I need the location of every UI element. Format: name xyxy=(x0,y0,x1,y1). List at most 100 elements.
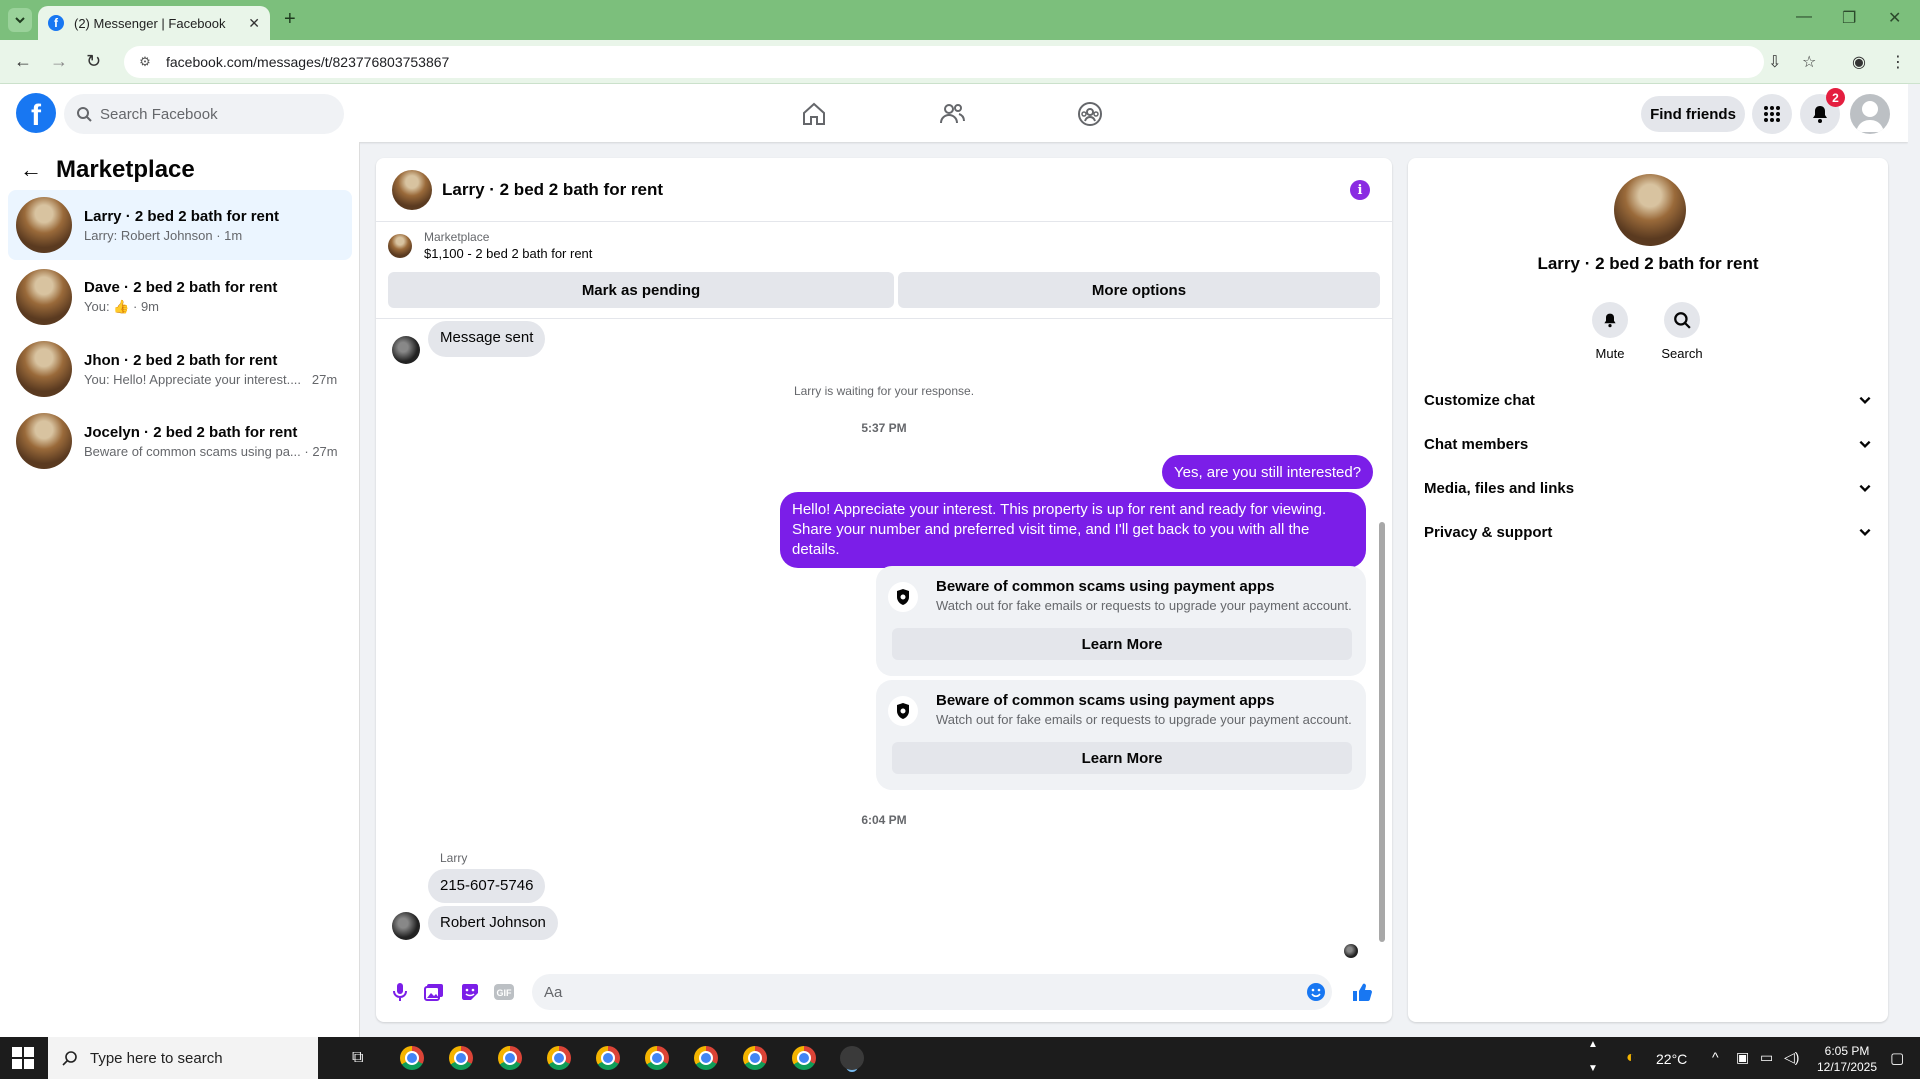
home-icon[interactable] xyxy=(798,98,830,130)
site-info-icon[interactable]: ⚙ xyxy=(136,53,154,71)
tab-list-button[interactable] xyxy=(8,8,32,32)
account-avatar[interactable] xyxy=(1850,94,1890,134)
conversation-preview: Larry: Robert Johnson · 1m xyxy=(84,227,243,243)
chrome-icon[interactable] xyxy=(743,1046,767,1070)
clock-date[interactable]: 12/17/2025 xyxy=(1806,1060,1888,1074)
active-app-icon[interactable] xyxy=(840,1046,864,1070)
profile-icon[interactable]: ◉ xyxy=(1852,52,1866,72)
chrome-icon[interactable] xyxy=(694,1046,718,1070)
conversation-name: Dave · 2 bed 2 bath for rent xyxy=(84,279,278,296)
microphone-icon[interactable] xyxy=(388,980,412,1004)
customize-chat-section[interactable]: Customize chat xyxy=(1424,378,1872,422)
info-panel-title: Larry · 2 bed 2 bath for rent xyxy=(1537,254,1759,273)
chrome-icon[interactable] xyxy=(792,1046,816,1070)
privacy-support-section[interactable]: Privacy & support xyxy=(1424,510,1872,554)
chevron-up-icon[interactable]: ^ xyxy=(1712,1049,1719,1065)
photo-icon[interactable] xyxy=(422,980,446,1004)
tray-scroll-up-icon[interactable]: ▲ xyxy=(1588,1039,1598,1050)
facebook-favicon-icon: f xyxy=(48,15,64,31)
tray-scroll-down-icon[interactable]: ▼ xyxy=(1588,1063,1598,1074)
weather-temp[interactable]: 22°C xyxy=(1656,1051,1687,1067)
page-scrollbar[interactable] xyxy=(1908,84,1920,1037)
network-icon[interactable]: ▭ xyxy=(1760,1049,1773,1066)
chat-scrollbar[interactable] xyxy=(1378,322,1386,958)
chat-members-section[interactable]: Chat members xyxy=(1424,422,1872,466)
notification-center-icon[interactable]: ▢ xyxy=(1890,1049,1904,1067)
new-tab-icon[interactable]: + xyxy=(284,8,296,31)
taskbar-search-box[interactable]: Type here to search xyxy=(48,1037,318,1079)
find-friends-button[interactable]: Find friends xyxy=(1641,96,1745,132)
browser-tab[interactable]: f (2) Messenger | Facebook ✕ xyxy=(38,6,270,40)
media-files-links-section[interactable]: Media, files and links xyxy=(1424,466,1872,510)
url-bar[interactable]: ⚙ facebook.com/messages/t/82377680375386… xyxy=(124,46,1764,78)
facebook-search-box[interactable]: Search Facebook xyxy=(64,94,344,134)
facebook-logo-icon[interactable]: f xyxy=(16,93,56,133)
sender-avatar[interactable] xyxy=(392,336,420,364)
groups-icon[interactable] xyxy=(1074,98,1106,130)
mute-button[interactable]: Mute xyxy=(1580,302,1640,361)
listing-avatar xyxy=(16,413,72,469)
volume-icon[interactable]: ◁) xyxy=(1784,1049,1799,1066)
meet-now-icon[interactable]: ▣ xyxy=(1736,1049,1749,1066)
minimize-icon[interactable]: — xyxy=(1796,8,1812,26)
close-window-icon[interactable]: ✕ xyxy=(1888,8,1901,28)
back-arrow-icon[interactable]: ← xyxy=(20,157,42,183)
conversation-item-jhon[interactable]: Jhon · 2 bed 2 bath for rent You: Hello!… xyxy=(8,334,352,404)
thumbs-up-send-icon[interactable] xyxy=(1350,980,1374,1004)
bookmark-star-icon[interactable]: ☆ xyxy=(1802,52,1816,72)
sticker-icon[interactable] xyxy=(458,980,482,1004)
listing-thumbnail xyxy=(388,233,412,258)
info-icon[interactable]: i xyxy=(1350,180,1370,200)
sender-avatar[interactable] xyxy=(392,912,420,940)
marketplace-listing-bar[interactable]: Marketplace $1,100 - 2 bed 2 bath for re… xyxy=(388,230,592,261)
notification-badge: 2 xyxy=(1826,88,1845,107)
chat-title[interactable]: Larry · 2 bed 2 bath for rent xyxy=(442,180,663,200)
task-view-icon[interactable]: ⧉ xyxy=(352,1049,363,1067)
mute-label: Mute xyxy=(1595,346,1625,361)
chrome-icon[interactable] xyxy=(449,1046,473,1070)
scrollbar-thumb[interactable] xyxy=(1379,522,1385,942)
restore-icon[interactable]: ❐ xyxy=(1842,8,1856,28)
sent-message-bubble[interactable]: Hello! Appreciate your interest. This pr… xyxy=(780,492,1366,568)
message-bubble[interactable]: 215-607-5746 xyxy=(428,869,546,903)
friends-icon[interactable] xyxy=(936,98,968,130)
message-input[interactable] xyxy=(532,974,1332,1010)
chrome-icon[interactable] xyxy=(596,1046,620,1070)
more-options-button[interactable]: More options xyxy=(898,272,1380,308)
weather-icon[interactable]: ◐ xyxy=(1626,1049,1636,1067)
chat-header: Larry · 2 bed 2 bath for rent xyxy=(376,158,1392,222)
conversation-item-dave[interactable]: Dave · 2 bed 2 bath for rent You: 👍 · 9m xyxy=(8,262,352,332)
emoji-icon[interactable] xyxy=(1304,980,1328,1004)
search-in-chat-button[interactable]: Search xyxy=(1652,302,1712,361)
chrome-icon[interactable] xyxy=(498,1046,522,1070)
message-bubble[interactable]: Message sent xyxy=(428,321,546,357)
conversation-item-jocelyn[interactable]: Jocelyn · 2 bed 2 bath for rent Beware o… xyxy=(8,406,352,476)
search-placeholder: Search Facebook xyxy=(100,105,218,123)
back-icon[interactable]: ← xyxy=(14,51,32,72)
windows-start-icon[interactable] xyxy=(12,1047,34,1069)
chat-avatar[interactable] xyxy=(392,169,432,210)
learn-more-button[interactable]: Learn More xyxy=(892,742,1352,774)
listing-avatar xyxy=(16,341,72,397)
profile-avatar[interactable] xyxy=(1614,174,1686,246)
chrome-icon[interactable] xyxy=(547,1046,571,1070)
sent-message-bubble[interactable]: Yes, are you still interested? xyxy=(1162,455,1374,489)
reload-icon[interactable]: ↻ xyxy=(86,51,101,72)
chrome-icon[interactable] xyxy=(400,1046,424,1070)
windows-taskbar: Type here to search ⧉ ▲ ▼ ◐ 22°C ^ ▣ ▭ ◁… xyxy=(0,1037,1920,1079)
menu-grid-icon[interactable] xyxy=(1752,94,1792,134)
install-app-icon[interactable]: ⇩ xyxy=(1768,52,1781,72)
message-composer: GIF xyxy=(376,964,1392,1022)
message-bubble[interactable]: Robert Johnson xyxy=(428,906,558,940)
chrome-icon[interactable] xyxy=(645,1046,669,1070)
clock-time[interactable]: 6:05 PM xyxy=(1806,1044,1888,1058)
close-tab-icon[interactable]: ✕ xyxy=(248,15,260,32)
forward-icon[interactable]: → xyxy=(50,51,68,72)
listing-price: $1,100 - 2 bed 2 bath for rent xyxy=(424,246,593,261)
mark-as-pending-button[interactable]: Mark as pending xyxy=(388,272,894,308)
browser-menu-icon[interactable]: ⋮ xyxy=(1890,52,1906,72)
conversation-item-larry[interactable]: Larry · 2 bed 2 bath for rent Larry: Rob… xyxy=(8,190,352,260)
gif-icon[interactable]: GIF xyxy=(492,980,516,1004)
learn-more-button[interactable]: Learn More xyxy=(892,628,1352,660)
url-text: facebook.com/messages/t/823776803753867 xyxy=(166,54,450,70)
